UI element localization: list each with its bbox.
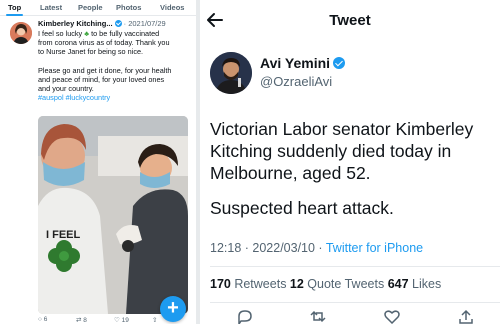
tab-latest[interactable]: Latest xyxy=(40,3,62,12)
page-title: Tweet xyxy=(329,12,371,29)
divider xyxy=(210,302,500,303)
shirt-text: I FEEL xyxy=(46,229,81,241)
tweet-text: Victorian Labor senator Kimberley Kitchi… xyxy=(210,119,474,183)
tweet-text-line: from corona virus as of today. Thank you xyxy=(38,38,170,48)
divider xyxy=(210,266,500,267)
tweet-timestamp: 12:18 · 2022/03/10 · Twitter for iPhone xyxy=(210,241,424,255)
avatar[interactable] xyxy=(10,22,32,44)
share-icon[interactable]: ⇧ xyxy=(152,316,157,324)
tab-videos[interactable]: Videos xyxy=(160,3,184,12)
tweet-text-line: and peace of mind, for your loved ones xyxy=(38,74,165,84)
like-button[interactable]: ♡ 19 xyxy=(114,316,129,324)
like-icon[interactable] xyxy=(383,309,401,324)
tweet-text-line: I feel so lucky xyxy=(38,29,83,38)
tweet-detail-panel: Tweet Avi Yemini @OzraeliAvi Victorian L… xyxy=(200,0,500,324)
tweet-text-line: to Nurse Janet for being so nice. xyxy=(38,47,144,57)
tweet-text-line: to be fully vaccinated xyxy=(89,29,160,38)
retweet-button[interactable]: ⇄ 8 xyxy=(76,316,87,324)
verified-badge-icon xyxy=(114,20,122,27)
tweet-photo[interactable]: I FEEL xyxy=(38,116,188,314)
author-name[interactable]: Kimberley Kitching... xyxy=(38,19,113,28)
tweet-header: Kimberley Kitching... · 2021/07/29 xyxy=(38,19,166,28)
author-handle[interactable]: @OzraeliAvi xyxy=(260,74,332,89)
engagement-stats: 170 Retweets 12 Quote Tweets 647 Likes xyxy=(210,277,441,291)
retweet-icon[interactable] xyxy=(309,309,327,324)
quote-tweets-stat[interactable]: 12 Quote Tweets xyxy=(290,277,388,291)
search-tabs: Top Latest People Photos Videos xyxy=(0,0,196,16)
tweet-text-line: and your country. xyxy=(38,84,94,94)
likes-stat[interactable]: 647 Likes xyxy=(388,277,442,291)
reply-icon[interactable] xyxy=(236,309,254,324)
hashtags[interactable]: #auspol #luckycountry xyxy=(38,93,192,102)
search-results-panel: Top Latest People Photos Videos Kimberle… xyxy=(0,0,196,324)
tweet-body: I feel so lucky ♣ to be fully vaccinated… xyxy=(38,29,192,102)
author-name[interactable]: Avi Yemini xyxy=(260,55,346,71)
compose-button[interactable]: + xyxy=(160,296,186,322)
tweet-date[interactable]: · 2021/07/29 xyxy=(124,19,166,28)
tab-people[interactable]: People xyxy=(78,3,103,12)
tweet-source-link[interactable]: Twitter for iPhone xyxy=(326,241,423,255)
reply-button[interactable]: ○ 6 xyxy=(38,316,47,323)
active-tab-indicator xyxy=(6,14,23,16)
tab-photos[interactable]: Photos xyxy=(116,3,141,12)
avatar[interactable] xyxy=(210,52,252,94)
share-icon[interactable] xyxy=(457,309,475,324)
retweets-stat[interactable]: 170 Retweets xyxy=(210,277,290,291)
verified-badge-icon xyxy=(333,57,346,69)
tweet-text: Suspected heart attack. xyxy=(210,198,394,218)
tweet-text-line: Please go and get it done, for your heal… xyxy=(38,65,172,75)
tab-top[interactable]: Top xyxy=(8,3,21,12)
